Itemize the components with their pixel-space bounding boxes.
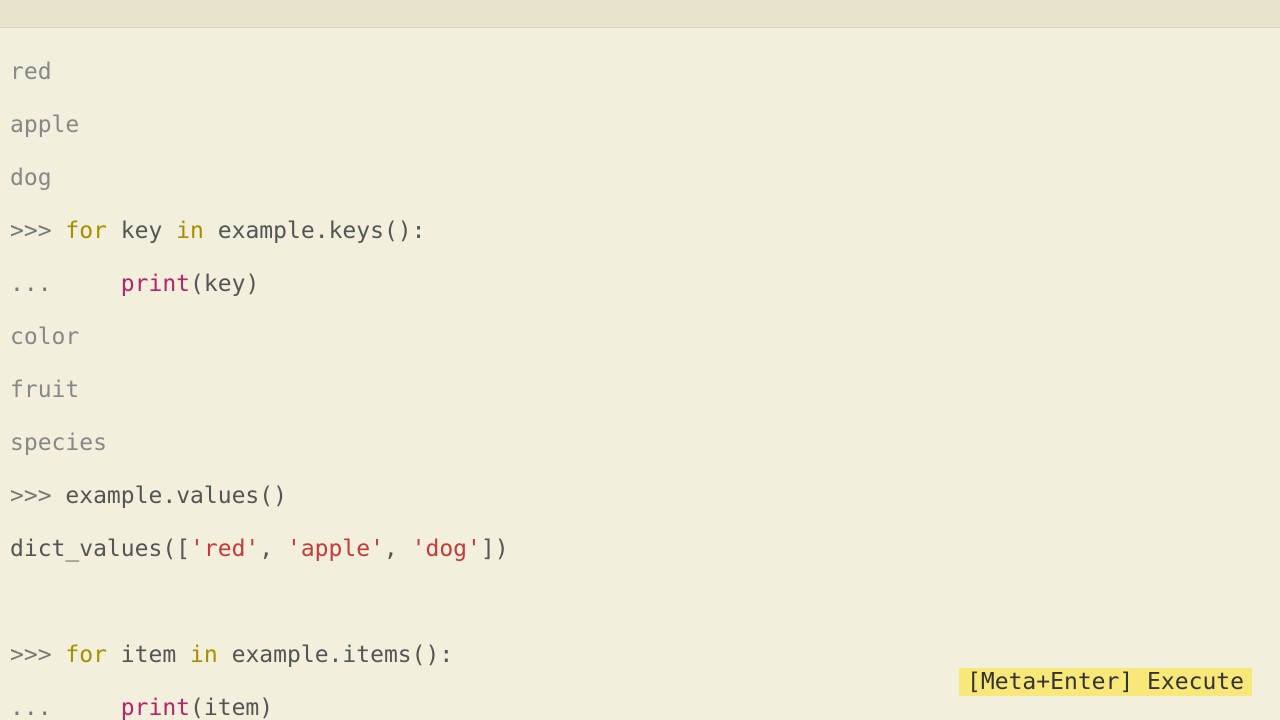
builtin-print: print xyxy=(121,271,190,297)
builtin-print: print xyxy=(121,695,190,720)
identifier: item xyxy=(121,642,176,668)
keyword-for: for xyxy=(65,218,107,244)
prompt-continuation: ... xyxy=(10,271,65,297)
method: items xyxy=(342,642,411,668)
terminal-output[interactable]: red apple dog >>> for key in example.key… xyxy=(0,28,1280,720)
prompt-continuation: ... xyxy=(10,695,65,720)
input-line: ... print(key) xyxy=(10,271,1270,298)
input-line: >>> example.values() xyxy=(10,483,1270,510)
identifier: item xyxy=(204,695,259,720)
keyword-for: for xyxy=(65,642,107,668)
window-titlebar xyxy=(0,0,1280,28)
output-line: species xyxy=(10,430,1270,457)
input-line: >>> for item in example.items(): xyxy=(10,642,1270,669)
identifier: key xyxy=(121,218,163,244)
output-line: dict_values(['red', 'apple', 'dog']) xyxy=(10,536,1270,563)
method: keys xyxy=(329,218,384,244)
prompt-primary: >>> xyxy=(10,218,65,244)
input-line: >>> for key in example.keys(): xyxy=(10,218,1270,245)
identifier: example xyxy=(218,218,315,244)
output-line: dog xyxy=(10,165,1270,192)
identifier: example xyxy=(65,483,162,509)
identifier: key xyxy=(204,271,246,297)
input-line: ... print(item) xyxy=(10,695,1270,720)
keyword-in: in xyxy=(176,218,204,244)
prompt-primary: >>> xyxy=(10,483,65,509)
method: values xyxy=(176,483,259,509)
execute-hint: [Meta+Enter] Execute xyxy=(959,668,1252,697)
output-line: apple xyxy=(10,112,1270,139)
output-line: red xyxy=(10,59,1270,86)
blank-line xyxy=(10,589,1270,616)
prompt-primary: >>> xyxy=(10,642,65,668)
output-line: color xyxy=(10,324,1270,351)
identifier: example xyxy=(232,642,329,668)
keyword-in: in xyxy=(190,642,218,668)
output-line: fruit xyxy=(10,377,1270,404)
